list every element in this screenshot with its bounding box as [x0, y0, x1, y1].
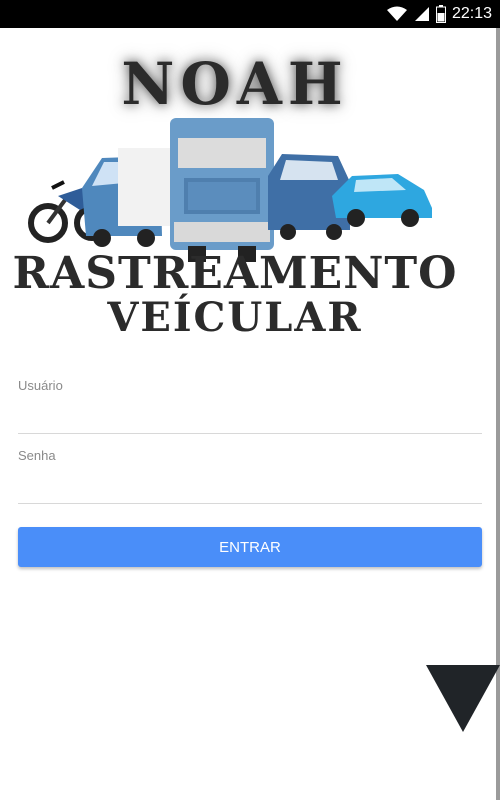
logo-title: NOAH: [121, 50, 349, 118]
password-input[interactable]: [18, 470, 482, 504]
enter-button[interactable]: ENTRAR: [18, 527, 482, 567]
password-field[interactable]: Senha: [18, 448, 482, 506]
van-icon: [82, 148, 176, 247]
username-input[interactable]: [18, 400, 482, 434]
username-field[interactable]: Usuário: [18, 378, 482, 436]
vehicles-illustration: [28, 118, 432, 262]
triangle-down-icon[interactable]: [426, 665, 500, 732]
battery-icon: [435, 5, 446, 23]
signal-icon: [414, 7, 429, 21]
logo-subtitle-line2: VEÍCULAR: [107, 294, 363, 341]
wifi-icon: [386, 6, 407, 21]
username-label: Usuário: [18, 378, 63, 393]
logo-subtitle-line1: RASTREAMENTO: [12, 248, 458, 299]
logo: NOAH RASTREAMENTO VEÍCULAR: [0, 28, 496, 348]
status-time: 22:13: [451, 5, 492, 22]
truck-icon: [170, 118, 274, 262]
status-bar: 22:13: [0, 0, 500, 28]
password-label: Senha: [18, 448, 56, 463]
